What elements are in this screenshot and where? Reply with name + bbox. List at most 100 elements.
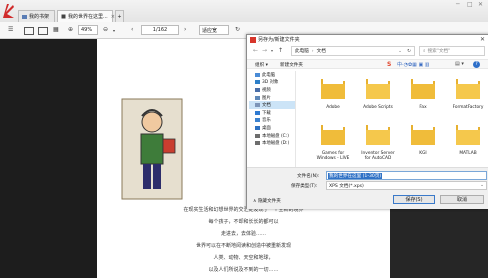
zoom-out-icon[interactable]: ⊖: [103, 26, 108, 33]
app-logo-icon: [3, 4, 14, 18]
filename-field[interactable]: 我的世界在这里 (1-30页): [326, 171, 487, 180]
forward-icon[interactable]: →: [262, 47, 267, 54]
bookshelf-icon: [22, 15, 27, 19]
cube-3d-icon: [255, 80, 260, 85]
maximize-button[interactable]: □: [467, 1, 473, 8]
dialog-title: 另存为/新建文件夹: [258, 37, 300, 43]
tab-document[interactable]: 我的世界在这里... ×: [57, 10, 115, 22]
folder-icon: [411, 77, 435, 99]
zoom-input[interactable]: 49%: [78, 25, 98, 35]
folder-icon: [456, 77, 480, 99]
hide-folders-button[interactable]: ∧ 隐藏文件夹: [253, 198, 281, 204]
folder-label: Adobe Scripts: [363, 105, 393, 110]
video-icon: [255, 87, 260, 92]
file-grid: Adobe Adobe Scripts Fax FormatFactory Games …: [297, 71, 487, 167]
chevron-down-icon[interactable]: ⌄: [398, 49, 402, 54]
sidebar-item[interactable]: 3D 对象: [249, 79, 295, 87]
cancel-button[interactable]: 取消: [440, 195, 484, 204]
folder-icon: [321, 123, 345, 145]
folder-item[interactable]: Fax: [403, 73, 443, 110]
sidebar-item-label: 文档: [262, 103, 271, 109]
sidebar-item[interactable]: 本地磁盘 (C:): [249, 132, 295, 140]
ime-icon[interactable]: S: [387, 61, 391, 68]
chevron-down-icon[interactable]: ▾: [271, 48, 273, 53]
help-icon[interactable]: ?: [473, 61, 480, 68]
caption-line: 人类、动物、天空和地球，: [213, 255, 274, 261]
address-bar[interactable]: 此电脑 › 文档 ⌄ ↻: [291, 46, 415, 56]
folder-item[interactable]: Games for Windows - LIVE: [313, 119, 353, 161]
fit-width-select[interactable]: 适应宽: [199, 25, 229, 35]
new-folder-button[interactable]: 新建文件夹: [280, 62, 303, 68]
folder-icon: [456, 123, 480, 145]
folder-icon: [366, 77, 390, 99]
sidebar-item[interactable]: 下载: [249, 109, 295, 117]
search-input[interactable]: ⌕ 搜索"文档": [419, 46, 485, 56]
sidebar-item-label: 本地磁盘 (D:): [262, 141, 290, 147]
tab-bookshelf[interactable]: 我的书架: [18, 10, 55, 22]
tab-bar: 我的书架 我的世界在这里... × + ─ □ ✕: [0, 0, 488, 22]
sidebar-item[interactable]: 视频: [249, 86, 295, 94]
command-bar: 组织 ▾ 新建文件夹 S 中·◔✿▦ ▣ ▥ ▤ ▾ ?: [247, 59, 488, 69]
folder-item[interactable]: Adobe Scripts: [358, 73, 398, 110]
drive-icon: [255, 141, 260, 146]
sidebar-item-label: 3D 对象: [262, 80, 279, 86]
document-icon: [255, 103, 260, 108]
single-page-icon[interactable]: [24, 27, 34, 35]
refresh-icon[interactable]: ↻: [407, 49, 411, 54]
continuous-page-icon[interactable]: ▦: [53, 26, 59, 33]
rotate-icon[interactable]: ↻: [235, 26, 240, 33]
filename-label: 文件名(N):: [297, 174, 320, 179]
minimize-button[interactable]: ─: [456, 1, 460, 8]
close-dialog-button[interactable]: ✕: [480, 36, 485, 43]
breadcrumb-thispc[interactable]: 此电脑: [295, 48, 309, 54]
new-tab-button[interactable]: +: [115, 10, 124, 22]
chevron-right-icon: ›: [311, 48, 314, 54]
save-as-dialog: 另存为/新建文件夹 ✕ ← → ▾ ↑ 此电脑 › 文档 ⌄ ↻ ⌕ 搜索"文档…: [246, 34, 488, 209]
folder-item[interactable]: FormatFactory: [448, 73, 488, 110]
search-placeholder: 搜索"文档": [427, 49, 451, 54]
prev-page-icon[interactable]: ‹: [131, 26, 133, 33]
sidebar-item-label: 此电脑: [262, 72, 276, 78]
sidebar-item[interactable]: 此电脑: [249, 71, 295, 79]
back-icon[interactable]: ←: [253, 47, 258, 54]
folder-label: FormatFactory: [452, 105, 484, 110]
filetype-label: 保存类型(T):: [291, 184, 318, 189]
page-input[interactable]: 1/162: [141, 25, 179, 35]
desktop-icon: [255, 125, 260, 130]
folder-label: MATLAB: [459, 151, 477, 156]
sidebar-item[interactable]: 桌面: [249, 124, 295, 132]
folder-item[interactable]: MATLAB: [448, 119, 488, 156]
filename-value: 我的世界在这里 (1-30页): [328, 172, 383, 179]
hamburger-icon[interactable]: ☰: [8, 26, 13, 33]
caption-line: 每个孩子，不却和长长的都可以: [208, 219, 279, 225]
sidebar-item[interactable]: 图片: [249, 94, 295, 102]
up-folder-icon[interactable]: ↑: [278, 47, 283, 54]
navigation-bar: ← → ▾ ↑ 此电脑 › 文档 ⌄ ↻ ⌕ 搜索"文档": [247, 45, 488, 57]
chevron-down-icon: ⌄: [480, 183, 484, 188]
folder-label: Adobe: [326, 105, 340, 110]
chevron-down-icon[interactable]: ▾: [113, 28, 115, 33]
folder-label: Games for Windows - LIVE: [316, 151, 350, 161]
organize-button[interactable]: 组织 ▾: [255, 62, 268, 68]
zoom-icon[interactable]: ⊕: [68, 26, 73, 33]
sidebar-item-label: 下载: [262, 110, 271, 116]
sidebar-item-label: 视频: [262, 87, 271, 93]
save-button[interactable]: 保存(S): [393, 195, 435, 204]
view-options-icon[interactable]: ▤ ▾: [455, 61, 464, 67]
computer-icon: [255, 72, 260, 77]
download-icon: [255, 110, 260, 115]
breadcrumb-documents[interactable]: 文档: [317, 48, 326, 54]
close-window-button[interactable]: ✕: [478, 1, 483, 8]
sidebar-item[interactable]: 文档: [249, 101, 295, 109]
folder-item[interactable]: KGI: [403, 119, 443, 156]
sidebar-item-label: 图片: [262, 95, 271, 101]
sidebar-item[interactable]: 本地磁盘 (D:): [249, 139, 295, 147]
next-page-icon[interactable]: ›: [184, 26, 186, 33]
double-page-icon[interactable]: [38, 27, 48, 35]
illustration-image: [121, 98, 183, 200]
ime-toolbar-icons[interactable]: 中·◔✿▦ ▣ ▥: [397, 61, 430, 68]
folder-item[interactable]: Inventor Server for AutoCAD: [358, 119, 398, 161]
sidebar-item[interactable]: 音乐: [249, 117, 295, 125]
filetype-select[interactable]: XPS 文档(*.xps) ⌄: [326, 181, 487, 190]
folder-item[interactable]: Adobe: [313, 73, 353, 110]
